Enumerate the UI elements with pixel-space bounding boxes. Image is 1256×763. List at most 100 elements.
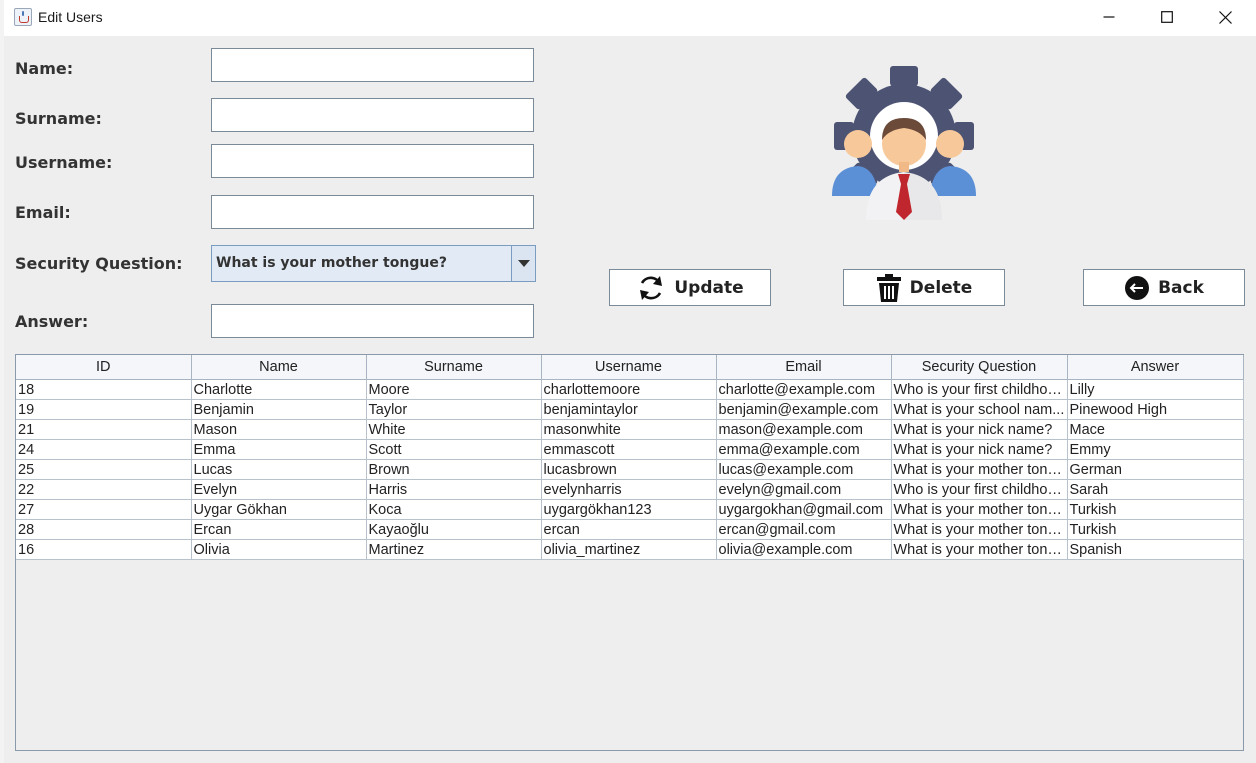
table-cell[interactable]: 25 <box>16 459 192 480</box>
table-cell[interactable]: Emma <box>191 439 367 460</box>
column-header[interactable]: ID <box>16 355 192 380</box>
table-cell[interactable]: Pinewood High <box>1067 399 1244 420</box>
table-cell[interactable]: 21 <box>16 419 192 440</box>
answer-label: Answer: <box>15 312 89 331</box>
table-cell[interactable]: 19 <box>16 399 192 420</box>
email-field[interactable] <box>211 195 534 229</box>
table-cell[interactable]: Charlotte <box>191 379 367 400</box>
table-cell[interactable]: Martinez <box>366 539 542 560</box>
column-header[interactable]: Surname <box>366 355 542 380</box>
table-row[interactable]: 22 Evelyn Harris evelynharris evelyn@gmail.c… <box>16 479 1244 500</box>
security-question-select[interactable]: What is your mother tongue? <box>211 245 536 282</box>
minimize-icon <box>1103 16 1115 18</box>
delete-label: Delete <box>909 277 973 298</box>
table-cell[interactable]: ercan <box>541 519 717 540</box>
table-cell[interactable]: 24 <box>16 439 192 460</box>
table-cell[interactable]: White <box>366 419 542 440</box>
username-field[interactable] <box>211 144 534 178</box>
table-cell[interactable]: Evelyn <box>191 479 367 500</box>
table-cell[interactable]: Brown <box>366 459 542 480</box>
table-cell[interactable]: What is your mother tong... <box>891 519 1068 540</box>
table-row[interactable]: 21 Mason White masonwhite mason@example.com W… <box>16 419 1244 440</box>
table-cell[interactable]: Turkish <box>1067 499 1244 520</box>
table-cell[interactable]: masonwhite <box>541 419 717 440</box>
table-cell[interactable]: 22 <box>16 479 192 500</box>
table-cell[interactable]: Scott <box>366 439 542 460</box>
table-cell[interactable]: Spanish <box>1067 539 1244 560</box>
column-header[interactable]: Name <box>191 355 367 380</box>
table-cell[interactable]: What is your mother tong... <box>891 539 1068 560</box>
delete-button[interactable]: Delete <box>843 269 1005 306</box>
table-row[interactable]: 16 Olivia Martinez olivia_martinez olivia@ex… <box>16 539 1244 560</box>
table-cell[interactable]: charlottemoore <box>541 379 717 400</box>
table-cell[interactable]: Taylor <box>366 399 542 420</box>
table-cell[interactable]: Ercan <box>191 519 367 540</box>
column-header[interactable]: Answer <box>1067 355 1244 380</box>
table-cell[interactable]: Sarah <box>1067 479 1244 500</box>
table-cell[interactable]: Uygar Gökhan <box>191 499 367 520</box>
users-table-container[interactable]: ID Name Surname Username Email Security Quest… <box>15 354 1244 751</box>
table-cell[interactable]: Mace <box>1067 419 1244 440</box>
minimize-button[interactable] <box>1080 0 1138 34</box>
table-row[interactable]: 28 Ercan Kayaoğlu ercan ercan@gmail.com What … <box>16 519 1244 540</box>
column-header[interactable]: Email <box>716 355 892 380</box>
back-button[interactable]: Back <box>1083 269 1245 306</box>
table-row[interactable]: 27 Uygar Gökhan Koca uygargökhan123 uygargok… <box>16 499 1244 520</box>
table-cell[interactable]: lucas@example.com <box>716 459 892 480</box>
table-cell[interactable]: Who is your first childhoo... <box>891 479 1068 500</box>
table-cell[interactable]: Olivia <box>191 539 367 560</box>
update-button[interactable]: Update <box>609 269 771 306</box>
table-cell[interactable]: uygargokhan@gmail.com <box>716 499 892 520</box>
table-row[interactable]: 18 Charlotte Moore charlottemoore charlotte@… <box>16 379 1244 400</box>
title-bar[interactable]: Edit Users <box>4 0 1256 36</box>
table-row[interactable]: 19 Benjamin Taylor benjamintaylor benjamin@e… <box>16 399 1244 420</box>
table-cell[interactable]: What is your nick name? <box>891 439 1068 460</box>
table-cell[interactable]: Lucas <box>191 459 367 480</box>
table-cell[interactable]: Koca <box>366 499 542 520</box>
table-cell[interactable]: Lilly <box>1067 379 1244 400</box>
column-header[interactable]: Username <box>541 355 717 380</box>
answer-field[interactable] <box>211 304 534 338</box>
table-cell[interactable]: 28 <box>16 519 192 540</box>
table-cell[interactable]: charlotte@example.com <box>716 379 892 400</box>
column-header[interactable]: Security Question <box>891 355 1068 380</box>
table-cell[interactable]: 27 <box>16 499 192 520</box>
table-cell[interactable]: Moore <box>366 379 542 400</box>
table-cell[interactable]: Harris <box>366 479 542 500</box>
table-cell[interactable]: benjamin@example.com <box>716 399 892 420</box>
table-cell[interactable]: olivia_martinez <box>541 539 717 560</box>
table-body: 18 Charlotte Moore charlottemoore charlotte@… <box>16 379 1244 560</box>
surname-field[interactable] <box>211 98 534 132</box>
table-cell[interactable]: emmascott <box>541 439 717 460</box>
table-cell[interactable]: emma@example.com <box>716 439 892 460</box>
table-cell[interactable]: evelyn@gmail.com <box>716 479 892 500</box>
table-cell[interactable]: Who is your first childhoo... <box>891 379 1068 400</box>
table-cell[interactable]: Benjamin <box>191 399 367 420</box>
table-cell[interactable]: What is your mother tong... <box>891 499 1068 520</box>
name-field[interactable] <box>211 48 534 82</box>
table-cell[interactable]: What is your nick name? <box>891 419 1068 440</box>
table-cell[interactable]: ercan@gmail.com <box>716 519 892 540</box>
table-cell[interactable]: Mason <box>191 419 367 440</box>
table-cell[interactable]: 18 <box>16 379 192 400</box>
table-row[interactable]: 25 Lucas Brown lucasbrown lucas@example.com W… <box>16 459 1244 480</box>
table-cell[interactable]: Kayaoğlu <box>366 519 542 540</box>
table-cell[interactable]: What is your mother tong... <box>891 459 1068 480</box>
table-cell[interactable]: olivia@example.com <box>716 539 892 560</box>
table-row[interactable]: 24 Emma Scott emmascott emma@example.com What… <box>16 439 1244 460</box>
table-cell[interactable]: mason@example.com <box>716 419 892 440</box>
table-cell[interactable]: Emmy <box>1067 439 1244 460</box>
dropdown-arrow-button[interactable] <box>511 246 535 281</box>
table-cell[interactable]: 16 <box>16 539 192 560</box>
table-cell[interactable]: evelynharris <box>541 479 717 500</box>
arrow-left-circle-icon <box>1125 275 1150 300</box>
table-cell[interactable]: Turkish <box>1067 519 1244 540</box>
table-cell[interactable]: German <box>1067 459 1244 480</box>
table-cell[interactable]: uygargökhan123 <box>541 499 717 520</box>
table-cell[interactable]: lucasbrown <box>541 459 717 480</box>
table-cell[interactable]: benjamintaylor <box>541 399 717 420</box>
table-cell[interactable]: What is your school nam... <box>891 399 1068 420</box>
maximize-button[interactable] <box>1138 0 1196 34</box>
chevron-down-icon <box>517 259 530 267</box>
close-button[interactable] <box>1196 0 1254 34</box>
